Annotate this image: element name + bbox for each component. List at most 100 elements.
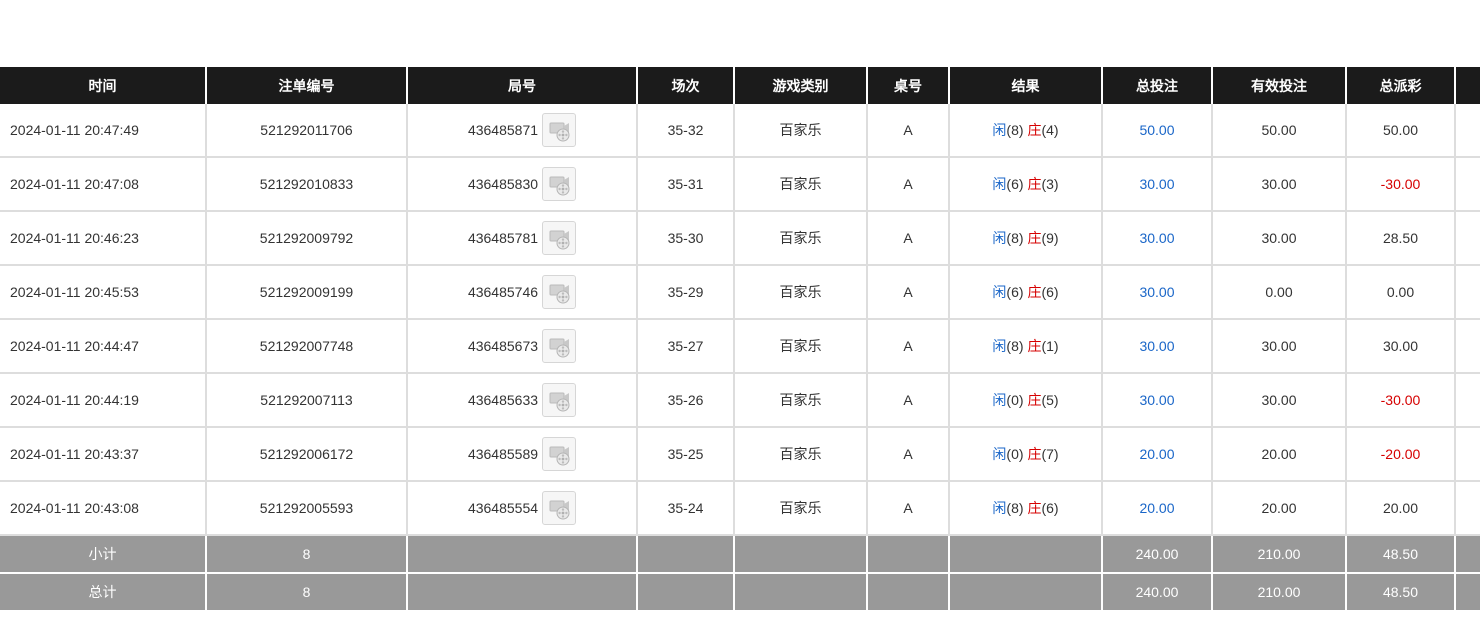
video-replay-icon-graphic bbox=[549, 176, 570, 196]
total-empty-cell bbox=[637, 573, 735, 612]
cell-time: 2024-01-11 20:44:19 bbox=[0, 373, 207, 428]
header-session: 场次 bbox=[637, 67, 735, 104]
cell-game-type: 百家乐 bbox=[734, 104, 868, 158]
round-number-group: 436485673 bbox=[468, 329, 577, 363]
cell-valid-bet: 0.00 bbox=[1212, 265, 1347, 320]
cell-game-type: 百家乐 bbox=[734, 481, 868, 536]
video-replay-icon-graphic bbox=[549, 122, 570, 142]
cell-total-bet: 50.00 bbox=[1102, 104, 1213, 158]
subtotal-empty-cell bbox=[637, 535, 735, 574]
cell-bet-number: 521292006172 bbox=[206, 427, 408, 482]
result-banker-score: (6) bbox=[1041, 500, 1059, 516]
cell-table-number: A bbox=[867, 319, 950, 374]
subtotal-empty-cell bbox=[407, 535, 638, 574]
cell-bet-number: 521292007113 bbox=[206, 373, 408, 428]
cell-bet-number: 521292007748 bbox=[206, 319, 408, 374]
cell-payout: 20.00 bbox=[1346, 481, 1456, 536]
cell-valid-bet: 20.00 bbox=[1212, 481, 1347, 536]
cell-valid-bet: 30.00 bbox=[1212, 157, 1347, 212]
video-replay-icon[interactable] bbox=[542, 113, 577, 147]
video-replay-icon-graphic bbox=[549, 230, 570, 250]
cell-result: 闲(8) 庄(4) bbox=[949, 104, 1103, 158]
video-replay-icon-graphic bbox=[549, 446, 570, 466]
cell-total-bet: 30.00 bbox=[1102, 211, 1213, 266]
video-replay-icon[interactable] bbox=[542, 437, 577, 471]
result-banker-score: (4) bbox=[1041, 122, 1059, 138]
cell-round-number: 436485746 bbox=[407, 265, 638, 320]
cell-total-bet: 30.00 bbox=[1102, 319, 1213, 374]
cell-valid-bet: 20.00 bbox=[1212, 427, 1347, 482]
result-player-score: (8) bbox=[1006, 338, 1024, 354]
total-empty-cell bbox=[1455, 573, 1480, 612]
cell-time: 2024-01-11 20:47:08 bbox=[0, 157, 207, 212]
cell-session: 35-25 bbox=[637, 427, 735, 482]
total-valid-bet: 210.00 bbox=[1212, 573, 1347, 612]
result-player-label: 闲 bbox=[992, 230, 1007, 246]
cell-session: 35-29 bbox=[637, 265, 735, 320]
cell-round-number: 436485673 bbox=[407, 319, 638, 374]
cell-game-type: 百家乐 bbox=[734, 427, 868, 482]
round-number-group: 436485830 bbox=[467, 167, 577, 201]
table-row: 2024-01-11 20:46:23 521292009792 4364857… bbox=[0, 211, 1480, 266]
cell-time: 2024-01-11 20:46:23 bbox=[0, 211, 207, 266]
cell-round-number: 436485554 bbox=[407, 481, 638, 536]
cell-total-bet: 20.00 bbox=[1102, 481, 1213, 536]
cell-bet-number: 521292005593 bbox=[206, 481, 408, 536]
total-label: 总计 bbox=[0, 573, 207, 612]
cell-time: 2024-01-11 20:47:49 bbox=[0, 104, 207, 158]
cell-table-number: A bbox=[867, 481, 950, 536]
result-banker-label: 庄 bbox=[1027, 122, 1042, 138]
result-player-score: (0) bbox=[1006, 392, 1024, 408]
subtotal-empty-cell bbox=[867, 535, 950, 574]
cell-payout: 28.50 bbox=[1346, 211, 1456, 266]
cell-valid-bet: 30.00 bbox=[1212, 373, 1347, 428]
video-replay-icon[interactable] bbox=[542, 383, 577, 417]
cell-time: 2024-01-11 20:44:47 bbox=[0, 319, 207, 374]
round-number-text: 436485830 bbox=[467, 176, 539, 192]
cell-result: 闲(8) 庄(6) bbox=[949, 481, 1103, 536]
header-total-bet: 总投注 bbox=[1102, 67, 1213, 104]
result-banker-score: (6) bbox=[1041, 284, 1059, 300]
video-replay-icon[interactable] bbox=[542, 491, 577, 525]
cell-game-type: 百家乐 bbox=[734, 157, 868, 212]
result-banker-score: (1) bbox=[1041, 338, 1059, 354]
round-number-group: 436485589 bbox=[468, 437, 577, 471]
cell-total-bet: 30.00 bbox=[1102, 157, 1213, 212]
header-bet-number: 注单编号 bbox=[206, 67, 408, 104]
cell-payout: -30.00 bbox=[1346, 373, 1456, 428]
cell-bet-number: 521292009199 bbox=[206, 265, 408, 320]
cell-round-number: 436485830 bbox=[407, 157, 638, 212]
subtotal-empty-cell bbox=[734, 535, 868, 574]
subtotal-row: 小计 8 240.00 210.00 48.50 bbox=[0, 535, 1480, 574]
cell-valid-bet: 30.00 bbox=[1212, 211, 1347, 266]
cell-game-type: 百家乐 bbox=[734, 319, 868, 374]
header-result: 结果 bbox=[949, 67, 1103, 104]
cell-table-number: A bbox=[867, 104, 950, 158]
video-replay-icon[interactable] bbox=[542, 329, 577, 363]
cell-extra bbox=[1455, 319, 1480, 374]
result-banker-label: 庄 bbox=[1027, 176, 1042, 192]
cell-game-type: 百家乐 bbox=[734, 373, 868, 428]
cell-payout: 30.00 bbox=[1346, 319, 1456, 374]
table-row: 2024-01-11 20:43:37 521292006172 4364855… bbox=[0, 427, 1480, 482]
cell-game-type: 百家乐 bbox=[734, 211, 868, 266]
video-replay-icon[interactable] bbox=[542, 221, 577, 255]
total-payout: 48.50 bbox=[1346, 573, 1456, 612]
result-banker-label: 庄 bbox=[1027, 338, 1042, 354]
result-banker-score: (5) bbox=[1041, 392, 1059, 408]
round-number-group: 436485781 bbox=[468, 221, 577, 255]
cell-table-number: A bbox=[867, 265, 950, 320]
video-replay-icon-graphic bbox=[549, 338, 570, 358]
table-row: 2024-01-11 20:47:08 521292010833 4364858… bbox=[0, 157, 1480, 212]
cell-time: 2024-01-11 20:45:53 bbox=[0, 265, 207, 320]
result-player-label: 闲 bbox=[992, 338, 1007, 354]
video-replay-icon[interactable] bbox=[542, 275, 577, 309]
result-banker-label: 庄 bbox=[1027, 284, 1042, 300]
video-replay-icon[interactable] bbox=[542, 167, 577, 201]
bet-records-table: 时间 注单编号 局号 场次 游戏类别 桌号 结果 总投注 有效投注 总派彩 20… bbox=[0, 67, 1480, 612]
cell-game-type: 百家乐 bbox=[734, 265, 868, 320]
cell-payout: -20.00 bbox=[1346, 427, 1456, 482]
cell-time: 2024-01-11 20:43:08 bbox=[0, 481, 207, 536]
cell-extra bbox=[1455, 157, 1480, 212]
cell-table-number: A bbox=[867, 211, 950, 266]
